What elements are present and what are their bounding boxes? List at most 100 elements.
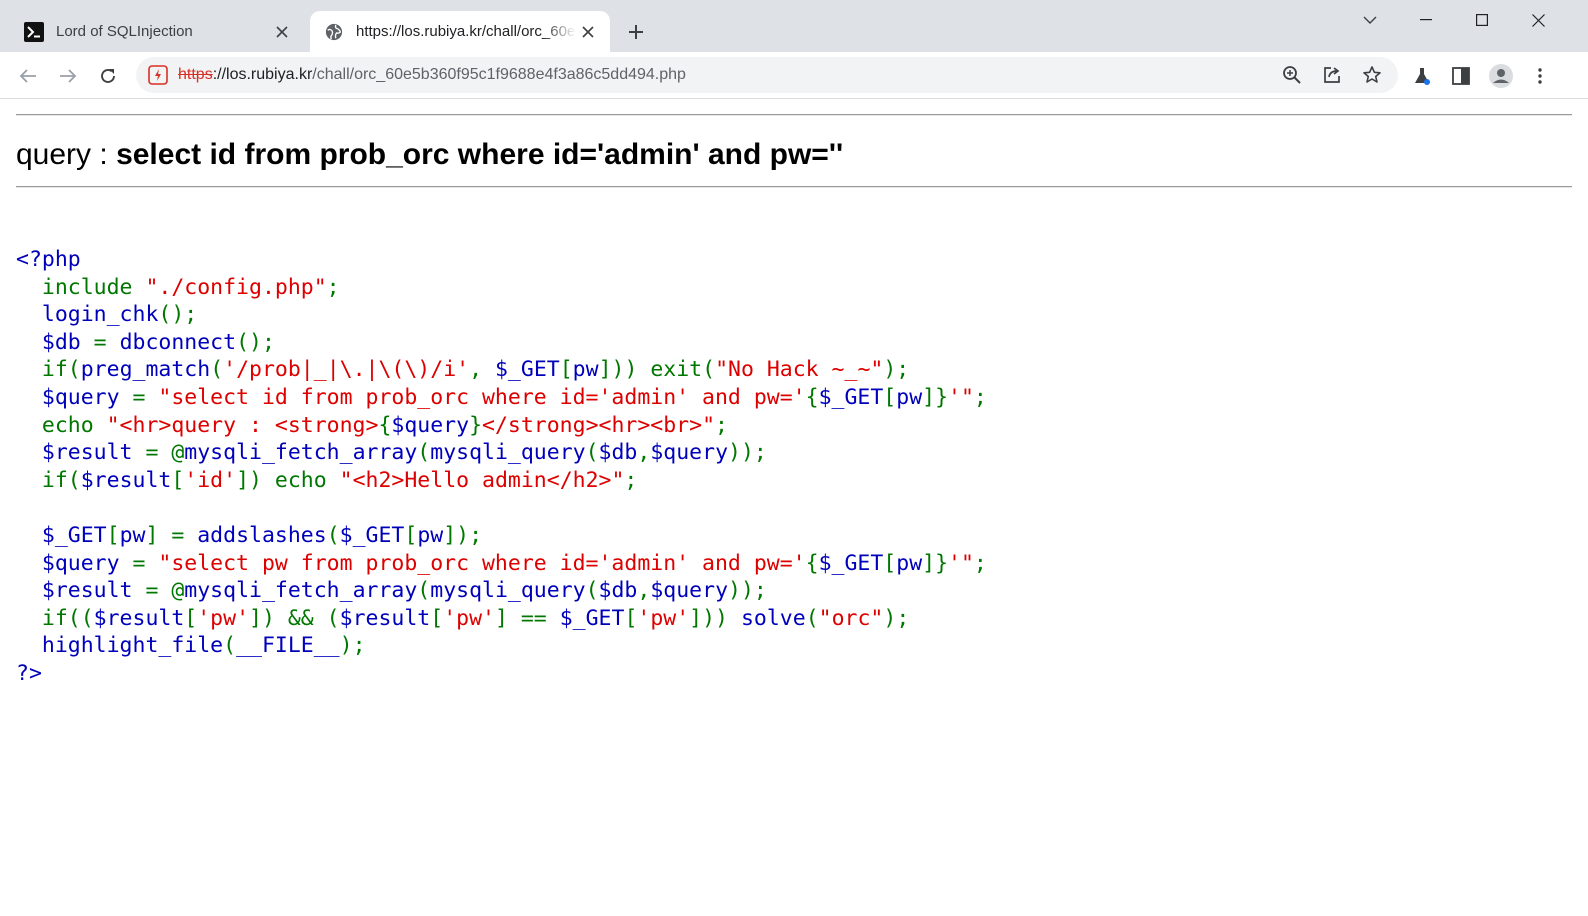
code-token: '" — [948, 384, 974, 410]
maximize-icon[interactable] — [1454, 0, 1510, 40]
code-token: mysqli_fetch_array — [184, 440, 418, 466]
code-token: 'pw' — [637, 605, 690, 631]
code-token: [ — [404, 522, 418, 548]
code-token: pw — [417, 522, 444, 548]
tab-title: https://los.rubiya.kr/chall/orc_60e5b360… — [356, 23, 576, 40]
code-token: ] = — [145, 522, 198, 548]
url-text[interactable]: https://los.rubiya.kr/chall/orc_60e5b360… — [178, 65, 686, 85]
code-token: ; — [624, 467, 638, 493]
code-token: __FILE__ — [236, 633, 340, 659]
code-token: ( — [210, 357, 224, 383]
code-token: pw — [572, 357, 599, 383]
zoom-icon[interactable] — [1280, 63, 1304, 87]
code-token: (); — [236, 329, 275, 355]
extensions-labs-icon[interactable] — [1410, 64, 1434, 88]
code-token: ] == — [494, 605, 560, 631]
code-token: ; — [715, 412, 728, 438]
code-token: ]) echo — [236, 467, 340, 493]
address-bar[interactable]: https://los.rubiya.kr/chall/orc_60e5b360… — [136, 57, 1398, 93]
back-icon[interactable] — [12, 60, 44, 92]
code-token: ; — [326, 274, 340, 300]
code-token: = — [132, 550, 159, 576]
close-window-icon[interactable] — [1510, 0, 1566, 40]
code-token: ]} — [922, 384, 949, 410]
code-token: [ — [106, 522, 120, 548]
code-token: , — [637, 578, 651, 604]
code-line: $_GET[pw] = addslashes($_GET[pw]); — [16, 522, 987, 550]
close-tab-icon[interactable] — [576, 20, 600, 44]
code-token: ); — [339, 633, 366, 659]
code-token: if(( — [16, 605, 94, 631]
new-tab-button[interactable] — [624, 20, 648, 44]
php-source-code: <?php include "./config.php"; login_chk (… — [16, 246, 987, 688]
code-token: dbconnect — [119, 329, 237, 355]
code-token: addslashes — [197, 522, 327, 548]
code-token: login_chk — [16, 302, 159, 328]
bookmark-star-icon[interactable] — [1360, 63, 1384, 87]
code-token: $query — [650, 578, 729, 604]
globe-icon — [324, 22, 344, 42]
url-scheme: https — [178, 66, 213, 83]
code-token: $result — [80, 467, 172, 493]
code-token: [ — [430, 605, 444, 631]
code-token: [ — [624, 605, 638, 631]
close-tab-icon[interactable] — [270, 20, 294, 44]
code-token: , — [469, 357, 495, 383]
url-host: ://los.rubiya.kr — [212, 66, 313, 83]
kebab-menu-icon[interactable] — [1528, 64, 1552, 88]
code-token: ( — [326, 522, 340, 548]
code-line: echo "<hr>query : <strong>{$query}</stro… — [16, 412, 987, 440]
code-token: ])) exit( — [598, 357, 716, 383]
code-token: pw — [119, 522, 146, 548]
query-text: select id from prob_orc where id='admin'… — [116, 138, 844, 171]
code-token: $query — [16, 550, 133, 576]
code-token: "<hr>query : <strong> — [106, 412, 379, 438]
tab-search-icon[interactable] — [1342, 0, 1398, 40]
share-icon[interactable] — [1320, 63, 1344, 87]
code-line: include "./config.php"; — [16, 274, 987, 302]
code-token: ]} — [922, 550, 949, 576]
code-line: $result = @mysqli_fetch_array(mysqli_que… — [16, 439, 987, 467]
code-token: [ — [184, 605, 198, 631]
code-token: ); — [883, 605, 910, 631]
code-line: <?php — [16, 246, 987, 274]
tab-lord-of-sqlinjection[interactable]: Lord of SQLInjection — [8, 11, 304, 52]
code-token: $db — [598, 578, 638, 604]
code-token: $_GET — [559, 605, 625, 631]
url-path: /chall/orc_60e5b360f95c1f9688e4f3a86c5dd… — [312, 66, 686, 83]
not-secure-warning-icon[interactable] — [148, 65, 168, 85]
code-token: ; — [973, 550, 987, 576]
forward-icon[interactable] — [52, 60, 84, 92]
code-line: ?> — [16, 660, 987, 688]
code-token: ( — [223, 633, 237, 659]
code-line: $db = dbconnect(); — [16, 329, 987, 357]
profile-avatar-icon[interactable] — [1489, 64, 1513, 88]
code-token: [ — [559, 357, 573, 383]
code-token: ]) && ( — [249, 605, 340, 631]
code-token: if( — [16, 467, 81, 493]
code-token: '/prob|_|\.|\(\)/i' — [223, 357, 470, 383]
code-token: highlight_file — [16, 633, 224, 659]
horizontal-rule — [16, 186, 1572, 188]
code-line: $query = "select id from prob_orc where … — [16, 384, 987, 412]
code-token: $result — [16, 440, 146, 466]
code-token: = — [132, 384, 159, 410]
code-token: </strong><hr><br>" — [482, 412, 716, 438]
code-token: if( — [16, 357, 81, 383]
horizontal-rule — [16, 114, 1572, 116]
tab-active-challenge[interactable]: https://los.rubiya.kr/chall/orc_60e5b360… — [310, 11, 610, 52]
code-token: ); — [883, 357, 910, 383]
code-token: "<h2>Hello admin</h2>" — [339, 467, 625, 493]
code-token: "orc" — [818, 605, 884, 631]
code-line: $result = @mysqli_fetch_array(mysqli_que… — [16, 577, 987, 605]
code-line: highlight_file(__FILE__); — [16, 632, 987, 660]
side-panel-icon[interactable] — [1449, 64, 1473, 88]
code-token: { — [805, 384, 819, 410]
code-token: $query — [391, 412, 470, 438]
reload-icon[interactable] — [92, 60, 124, 92]
code-token: ( — [417, 578, 431, 604]
minimize-icon[interactable] — [1398, 0, 1454, 40]
code-token: 'pw' — [197, 605, 250, 631]
code-token: [ — [883, 550, 897, 576]
